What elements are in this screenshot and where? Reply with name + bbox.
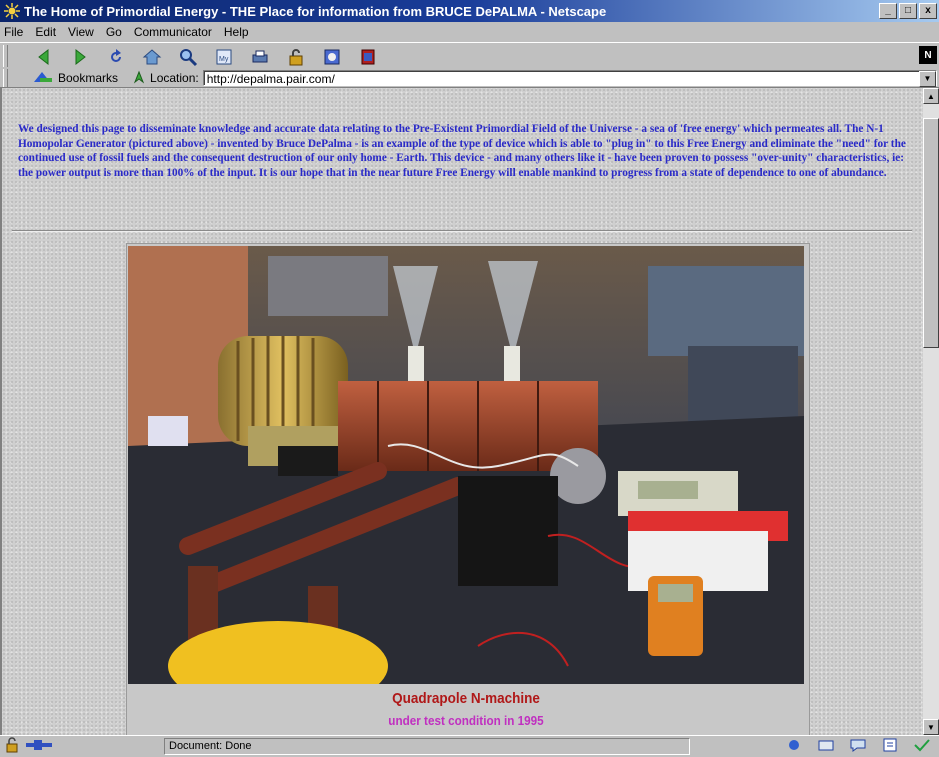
toolbar: My N Bookmarks Location: http://depalma.…: [0, 42, 939, 88]
location-label: Location:: [150, 71, 199, 85]
intro-paragraph: We designed this page to disseminate kno…: [18, 123, 906, 179]
window-title: The Home of Primordial Energy - THE Plac…: [24, 3, 607, 19]
discussion-icon[interactable]: [849, 737, 867, 756]
composer-icon[interactable]: [881, 737, 899, 756]
my-netscape-icon[interactable]: My: [210, 46, 238, 68]
scroll-up-button[interactable]: ▲: [923, 88, 939, 104]
navigator-icon[interactable]: [785, 737, 803, 756]
bookmarks-button[interactable]: Bookmarks: [32, 70, 118, 87]
svg-text:My: My: [219, 56, 229, 63]
navigation-toolbar: My: [10, 45, 382, 69]
close-button[interactable]: x: [919, 3, 937, 19]
shop-icon[interactable]: [318, 46, 346, 68]
security-icon[interactable]: [282, 46, 310, 68]
menu-bar: File Edit View Go Communicator Help: [0, 22, 939, 42]
netscape-logo[interactable]: N: [919, 46, 937, 64]
bookmarks-icon: [32, 70, 54, 87]
stop-icon[interactable]: [354, 46, 382, 68]
location-label-group: Location:: [132, 70, 199, 87]
horizontal-rule: [12, 230, 912, 232]
scroll-thumb[interactable]: [923, 118, 939, 348]
vertical-scrollbar[interactable]: ▲ ▼: [923, 88, 939, 735]
location-icon[interactable]: [132, 70, 146, 87]
connection-icon: [24, 737, 54, 756]
status-bar: Document: Done: [0, 735, 939, 757]
caption-subtitle: under test condition in 1995: [388, 713, 544, 728]
forward-icon[interactable]: [66, 46, 94, 68]
menu-communicator[interactable]: Communicator: [134, 25, 212, 39]
back-icon[interactable]: [30, 46, 58, 68]
caption-title: Quadrapole N-machine: [392, 690, 540, 707]
location-toolbar: Bookmarks Location: http://depalma.pair.…: [10, 68, 937, 88]
search-icon[interactable]: [174, 46, 202, 68]
reload-icon[interactable]: [102, 46, 130, 68]
menu-view[interactable]: View: [68, 25, 94, 39]
toolbar-grip[interactable]: [3, 45, 8, 67]
menu-file[interactable]: File: [4, 25, 23, 39]
bookmarks-label: Bookmarks: [58, 71, 119, 85]
minimize-button[interactable]: _: [879, 3, 897, 19]
mail-icon[interactable]: [817, 737, 835, 756]
menu-go[interactable]: Go: [106, 25, 122, 39]
url-text: http://depalma.pair.com/: [206, 72, 335, 86]
menu-help[interactable]: Help: [224, 25, 249, 39]
url-dropdown-button[interactable]: ▼: [919, 71, 936, 87]
url-field[interactable]: http://depalma.pair.com/ ▼: [202, 70, 937, 87]
print-icon[interactable]: [246, 46, 274, 68]
maximize-button[interactable]: □: [899, 3, 917, 19]
lock-icon[interactable]: [4, 737, 22, 756]
location-grip[interactable]: [3, 69, 8, 87]
checkmark-icon[interactable]: [913, 737, 931, 756]
title-bar: The Home of Primordial Energy - THE Plac…: [0, 0, 939, 22]
home-icon[interactable]: [138, 46, 166, 68]
menu-edit[interactable]: Edit: [35, 25, 56, 39]
netscape-app-icon: [4, 3, 20, 19]
scroll-down-button[interactable]: ▼: [923, 719, 939, 735]
n-machine-photo: [128, 246, 804, 684]
status-text: Document: Done: [164, 738, 690, 755]
